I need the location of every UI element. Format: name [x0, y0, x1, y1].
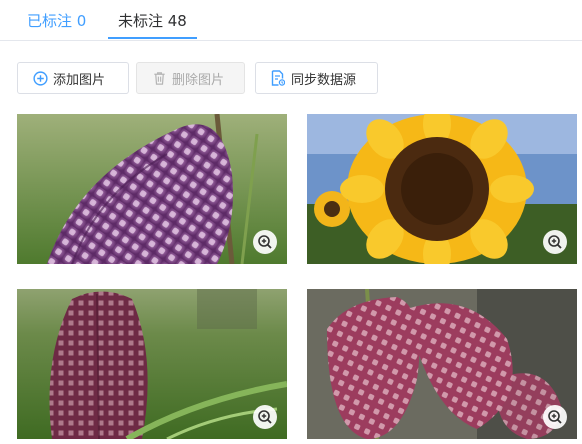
- image-card[interactable]: [307, 114, 577, 264]
- zoom-button[interactable]: [543, 405, 567, 429]
- zoom-button[interactable]: [253, 230, 277, 254]
- add-image-button[interactable]: 添加图片: [17, 62, 129, 94]
- sync-datasource-label: 同步数据源: [291, 72, 357, 88]
- document-sync-icon: [271, 70, 285, 86]
- sync-datasource-button[interactable]: 同步数据源: [255, 62, 378, 94]
- zoom-button[interactable]: [543, 230, 567, 254]
- zoom-in-icon: [258, 410, 272, 424]
- zoom-button[interactable]: [253, 405, 277, 429]
- tab-bar: 已标注 0 未标注 48: [0, 0, 582, 41]
- active-tab-indicator: [108, 37, 197, 39]
- image-card[interactable]: [17, 114, 287, 264]
- zoom-in-icon: [548, 410, 562, 424]
- image-card[interactable]: [307, 289, 577, 439]
- fritillary-image: [17, 114, 287, 264]
- plus-circle-icon: [33, 70, 48, 86]
- image-card[interactable]: [17, 289, 287, 439]
- pink-fritillary-image: [307, 289, 577, 439]
- tab-unlabeled[interactable]: 未标注 48: [118, 10, 187, 32]
- sunflower-image: [307, 114, 577, 264]
- trash-icon: [154, 71, 165, 85]
- fritillary-bud-image: [17, 289, 287, 439]
- zoom-in-icon: [548, 235, 562, 249]
- delete-image-button[interactable]: 删除图片: [136, 62, 245, 94]
- delete-image-label: 删除图片: [172, 72, 225, 88]
- add-image-label: 添加图片: [53, 72, 106, 88]
- zoom-in-icon: [258, 235, 272, 249]
- tab-labeled[interactable]: 已标注 0: [27, 10, 86, 32]
